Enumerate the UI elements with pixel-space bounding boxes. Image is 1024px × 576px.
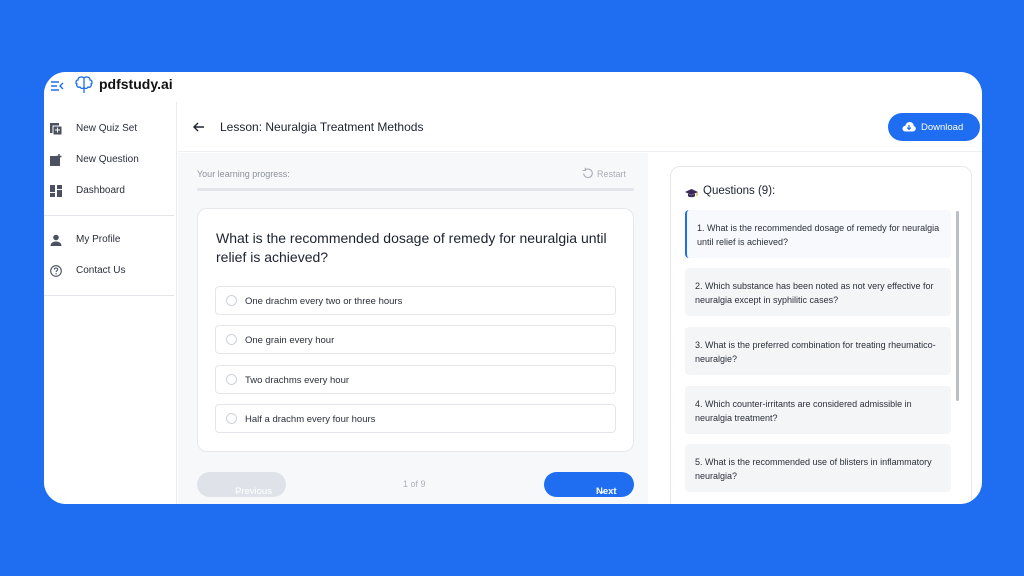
answer-option-label: One drachm every two or three hours [245,296,403,307]
radio-button[interactable] [226,295,237,306]
answer-option[interactable]: One drachm every two or three hours [215,286,616,315]
page-header: Lesson: Neuralgia Treatment Methods Down… [178,102,982,152]
app-window: pdfstudy.ai New Quiz Set New Question Da… [44,72,982,504]
previous-button[interactable]: ← Previous [197,472,286,497]
brain-logo-icon [74,75,94,95]
restart-label: Restart [597,169,627,179]
sidebar-divider [44,215,174,216]
cloud-download-icon [902,121,916,132]
help-icon [50,264,62,277]
questions-panel: Questions (9): 1. What is the recommende… [670,166,972,504]
graduation-cap-icon [685,186,698,204]
question-list-item[interactable]: 1. What is the recommended dosage of rem… [685,210,951,258]
radio-button[interactable] [226,413,237,424]
page-title: Lesson: Neuralgia Treatment Methods [220,120,424,134]
sidebar-item-my-profile[interactable]: My Profile [44,227,174,253]
download-button[interactable]: Download [888,113,980,141]
new-question-icon [50,153,62,166]
sidebar-item-new-quiz-set[interactable]: New Quiz Set [44,116,174,142]
previous-label: Previous [235,486,272,497]
quiz-set-icon [50,122,63,136]
download-label: Download [921,122,964,133]
top-bar: pdfstudy.ai [44,72,982,102]
question-list-item-text: 2. Which substance has been noted as not… [695,281,934,305]
progress-bar [197,188,634,191]
sidebar-item-contact-us[interactable]: Contact Us [44,258,174,284]
sidebar-item-new-question[interactable]: New Question [44,147,174,173]
question-list-item[interactable]: 5. What is the recommended use of bliste… [685,444,951,492]
question-list-item-text: 3. What is the preferred combination for… [695,340,936,364]
dashboard-icon [50,184,62,197]
sidebar-item-label: New Question [76,154,139,165]
question-text: What is the recommended dosage of remedy… [216,230,607,265]
question-list-item-text: 1. What is the recommended dosage of rem… [697,223,940,247]
progress-label: Your learning progress: [197,169,290,179]
question-list-item[interactable]: 3. What is the preferred combination for… [685,327,951,375]
quiz-area: Your learning progress: Restart What is … [178,153,648,504]
sidebar-item-label: New Quiz Set [76,123,138,134]
sidebar-item-label: My Profile [76,234,121,245]
answer-option[interactable]: Half a drachm every four hours [215,404,616,433]
next-button[interactable]: Next → [544,472,634,497]
menu-toggle-icon[interactable] [50,79,64,93]
sidebar: New Quiz Set New Question Dashboard My P… [44,102,177,504]
sidebar-item-dashboard[interactable]: Dashboard [44,178,174,204]
question-list-item-text: 4. Which counter-irritants are considere… [695,399,912,423]
sidebar-divider [44,295,174,296]
back-arrow-icon[interactable] [192,120,206,134]
answer-option[interactable]: Two drachms every hour [215,365,616,394]
right-arrow-icon: → [596,486,606,497]
sidebar-item-label: Dashboard [76,185,125,196]
question-list-item[interactable]: 2. Which substance has been noted as not… [685,268,951,316]
questions-scrollbar[interactable] [956,211,959,401]
question-card: What is the recommended dosage of remedy… [197,208,634,452]
question-list-item-text: 5. What is the recommended use of bliste… [695,457,932,481]
page-indicator: 1 of 9 [403,479,426,489]
brand-name[interactable]: pdfstudy.ai [99,76,173,92]
answer-option-label: Two drachms every hour [245,375,350,386]
user-icon [50,233,62,246]
answer-option-label: Half a drachm every four hours [245,414,376,425]
questions-panel-title: Questions (9): [703,185,776,197]
answer-option[interactable]: One grain every hour [215,325,616,354]
sidebar-item-label: Contact Us [76,265,126,276]
question-list-item[interactable]: 4. Which counter-irritants are considere… [685,386,951,434]
answer-option-label: One grain every hour [245,335,335,346]
restart-icon [582,167,593,179]
radio-button[interactable] [226,334,237,345]
radio-button[interactable] [226,374,237,385]
